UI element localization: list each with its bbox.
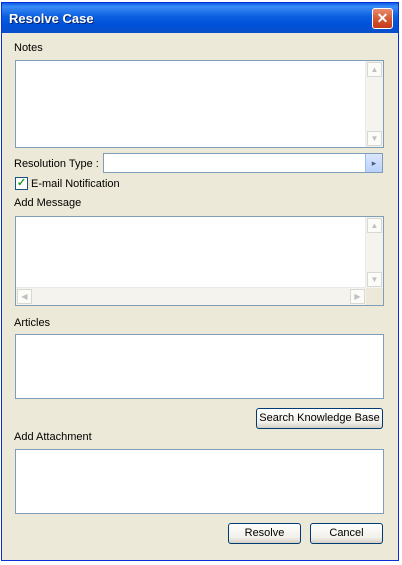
scroll-down-icon[interactable]: ▼ bbox=[367, 272, 382, 287]
search-knowledge-base-button[interactable]: Search Knowledge Base bbox=[256, 408, 383, 429]
notes-textarea[interactable]: ▲ ▼ bbox=[15, 60, 384, 148]
checkmark-icon: ✓ bbox=[16, 177, 27, 189]
notes-label: Notes bbox=[14, 42, 43, 54]
articles-list[interactable] bbox=[15, 334, 384, 399]
dialog-title: Resolve Case bbox=[9, 11, 94, 26]
scroll-down-icon[interactable]: ▼ bbox=[367, 131, 382, 146]
email-notification-label: E-mail Notification bbox=[31, 178, 120, 190]
message-vertical-scrollbar[interactable]: ▲ ▼ bbox=[365, 217, 383, 288]
add-attachment-label: Add Attachment bbox=[14, 431, 92, 443]
message-horizontal-scrollbar[interactable]: ◀ ▶ bbox=[16, 287, 366, 305]
resolution-type-dropdown[interactable]: ▸ bbox=[103, 153, 383, 173]
cancel-button[interactable]: Cancel bbox=[310, 523, 383, 544]
notes-vertical-scrollbar[interactable]: ▲ ▼ bbox=[365, 61, 383, 147]
add-message-label: Add Message bbox=[14, 197, 82, 209]
scrollbar-corner bbox=[366, 288, 383, 305]
dropdown-arrow-icon[interactable]: ▸ bbox=[365, 154, 382, 172]
email-notification-checkbox[interactable]: ✓ bbox=[15, 177, 28, 190]
resolve-button[interactable]: Resolve bbox=[228, 523, 301, 544]
close-icon: ✕ bbox=[376, 10, 389, 26]
add-message-textarea[interactable]: ▲ ▼ ◀ ▶ bbox=[15, 216, 384, 306]
attachment-list[interactable] bbox=[15, 449, 384, 514]
articles-label: Articles bbox=[14, 317, 51, 329]
title-bar[interactable]: Resolve Case ✕ bbox=[2, 3, 398, 33]
scroll-left-icon[interactable]: ◀ bbox=[17, 289, 32, 304]
close-button[interactable]: ✕ bbox=[372, 8, 393, 29]
resolution-type-label: Resolution Type : bbox=[14, 158, 99, 170]
scroll-up-icon[interactable]: ▲ bbox=[367, 218, 382, 233]
scroll-right-icon[interactable]: ▶ bbox=[350, 289, 365, 304]
scroll-up-icon[interactable]: ▲ bbox=[367, 62, 382, 77]
